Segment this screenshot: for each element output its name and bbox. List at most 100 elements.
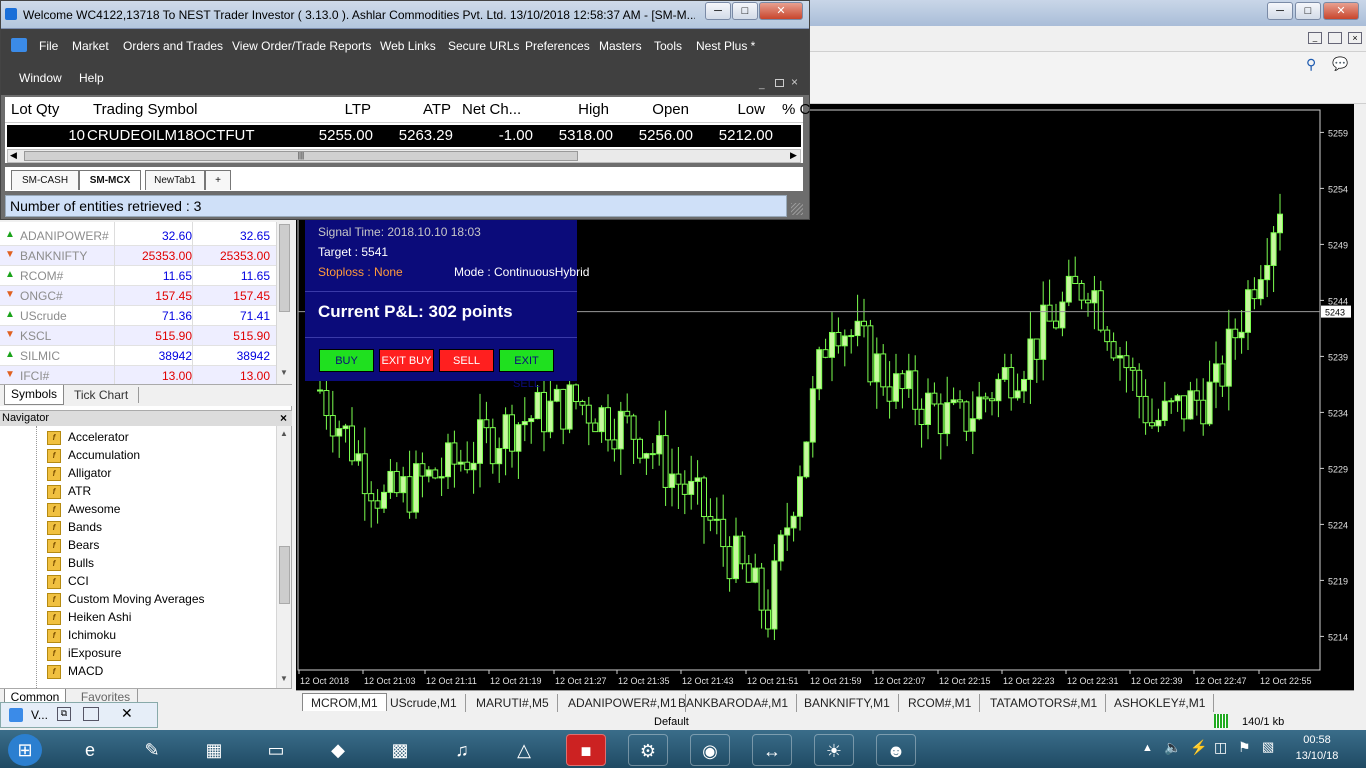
resize-grip-icon[interactable] xyxy=(791,203,803,215)
minimize-button[interactable]: ─ xyxy=(1267,2,1293,20)
tab-tick-chart[interactable]: Tick Chart xyxy=(74,387,140,403)
navigator-item[interactable]: f Heiken Ashi xyxy=(47,608,131,626)
menu-item-view-order-trade-reports[interactable]: View Order/Trade Reports xyxy=(232,39,371,53)
nest-maximize-button[interactable]: □ xyxy=(732,2,758,20)
col-low[interactable]: Low xyxy=(695,101,765,118)
start-orb-icon[interactable]: ⊞ xyxy=(8,734,42,766)
navigator-item[interactable]: f Bands xyxy=(47,518,102,536)
market-watch-row[interactable]: ▼ ONGC# 157.45 157.45 xyxy=(0,286,276,306)
chart-tab-bankbaroda-m1[interactable]: BANKBARODA#,M1 xyxy=(670,694,798,712)
chart-tab-tatamotors-m1[interactable]: TATAMOTORS#,M1 xyxy=(982,694,1107,712)
menu-item-tools[interactable]: Tools xyxy=(654,39,682,53)
market-watch-row[interactable]: ▲ RCOM# 11.65 11.65 xyxy=(0,266,276,286)
navigator-item[interactable]: f Awesome xyxy=(47,500,120,518)
paint-icon[interactable]: ✎ xyxy=(132,734,172,766)
navigator-item[interactable]: f Custom Moving Averages xyxy=(47,590,205,608)
maximize-icon[interactable] xyxy=(83,707,99,721)
navigator-item[interactable]: f Alligator xyxy=(47,464,111,482)
nest-minimize-button[interactable]: ─ xyxy=(705,2,731,20)
internet-explorer-icon[interactable]: e xyxy=(70,734,110,766)
calculator-icon[interactable]: ▦ xyxy=(194,734,234,766)
sub-restore-icon[interactable] xyxy=(775,79,784,87)
table-hscrollbar[interactable]: ◀ ||| ▶ xyxy=(7,149,801,163)
mdi-restore-icon[interactable] xyxy=(1328,32,1342,44)
maximize-button[interactable]: □ xyxy=(1295,2,1321,20)
col-percent-change[interactable]: % C xyxy=(782,101,810,118)
sell-button[interactable]: SELL xyxy=(439,349,494,372)
tab-symbols[interactable]: Symbols xyxy=(4,385,64,405)
tab-sm-mcx[interactable]: SM-MCX xyxy=(79,170,141,190)
control-panel-icon[interactable]: ⚙ xyxy=(628,734,668,766)
navigator-item[interactable]: f Accelerator xyxy=(47,428,129,446)
minimized-window[interactable]: V... ⧉ ✕ xyxy=(0,702,158,728)
scroll-down-icon[interactable]: ▼ xyxy=(280,674,288,683)
menu-item-masters[interactable]: Masters xyxy=(599,39,642,53)
col-net-change[interactable]: Net Ch... xyxy=(462,101,521,118)
menu-item-window[interactable]: Window xyxy=(19,71,62,85)
col-trading-symbol[interactable]: Trading Symbol xyxy=(93,101,198,118)
tray-battery-icon[interactable]: ◫ xyxy=(1214,739,1227,756)
navigator-item[interactable]: f Bears xyxy=(47,536,99,554)
chart-tab-ashokley-m1[interactable]: ASHOKLEY#,M1 xyxy=(1106,694,1215,712)
tray-flag-icon[interactable]: ⚑ xyxy=(1238,739,1251,756)
chart-tab-rcom-m1[interactable]: RCOM#,M1 xyxy=(900,694,981,712)
tray-clock[interactable]: 00:58 13/10/18 xyxy=(1286,732,1348,764)
sub-close-icon[interactable]: × xyxy=(791,75,798,89)
menu-item-web-links[interactable]: Web Links xyxy=(380,39,436,53)
col-high[interactable]: High xyxy=(535,101,609,118)
exit-sell-button[interactable]: EXIT SELL xyxy=(499,349,554,390)
market-watch-row[interactable]: ▼ KSCL 515.90 515.90 xyxy=(0,326,276,346)
sticky-notes-icon[interactable]: ▭ xyxy=(256,734,296,766)
menu-item-market[interactable]: Market xyxy=(72,39,109,53)
app-red-icon[interactable]: ◆ xyxy=(318,734,358,766)
menu-item-orders-and-trades[interactable]: Orders and Trades xyxy=(123,39,223,53)
nest-close-button[interactable]: ✕ xyxy=(759,2,803,20)
navigator-item[interactable]: f CCI xyxy=(47,572,89,590)
close-button[interactable]: ✕ xyxy=(1323,2,1359,20)
mdi-close-icon[interactable]: × xyxy=(1348,32,1362,44)
puzzle-app-icon[interactable]: ▩ xyxy=(380,734,420,766)
navigator-close-icon[interactable]: × xyxy=(280,411,287,425)
menu-item-secure-urls[interactable]: Secure URLs xyxy=(448,39,519,53)
menu-item-nest-plus[interactable]: Nest Plus * xyxy=(696,39,755,53)
col-lot-qty[interactable]: Lot Qty xyxy=(11,101,59,118)
firefox-icon[interactable]: ☀ xyxy=(814,734,854,766)
add-tab-button[interactable]: + xyxy=(205,170,231,190)
scroll-thumb[interactable] xyxy=(279,546,290,604)
tray-network-icon[interactable]: ⚡ xyxy=(1190,739,1207,756)
tab-sm-cash[interactable]: SM-CASH xyxy=(11,170,79,190)
tray-volume-icon[interactable]: 🔈 xyxy=(1164,739,1181,756)
chart-tab-uscrude-m1[interactable]: UScrude,M1 xyxy=(382,694,466,712)
market-watch-row[interactable]: ▼ BANKNIFTY 25353.00 25353.00 xyxy=(0,246,276,266)
market-watch-row[interactable]: ▲ SILMIC 38942 38942 xyxy=(0,346,276,366)
chart-tab-mcrom-m1[interactable]: MCROM,M1 xyxy=(302,693,387,711)
navigator-item[interactable]: f Ichimoku xyxy=(47,626,116,644)
col-ltp[interactable]: LTP xyxy=(295,101,371,118)
prism-app-icon[interactable]: △ xyxy=(504,734,544,766)
microphone-icon[interactable]: ♫ xyxy=(442,734,482,766)
col-open[interactable]: Open xyxy=(615,101,689,118)
buy-button[interactable]: BUY xyxy=(319,349,374,372)
close-icon[interactable]: ✕ xyxy=(121,705,133,722)
market-watch-row[interactable]: ▼ IFCI# 13.00 13.00 xyxy=(0,366,276,386)
navigator-item[interactable]: f Bulls xyxy=(47,554,94,572)
chrome-icon[interactable]: ◉ xyxy=(690,734,730,766)
table-row[interactable]: 10 CRUDEOILM18OCTFUT 5255.00 5263.29 -1.… xyxy=(7,125,801,147)
navigator-item[interactable]: f ATR xyxy=(47,482,91,500)
menu-item-file[interactable]: File xyxy=(39,39,58,53)
market-watch-scrollbar[interactable]: ▼ xyxy=(276,222,292,384)
chart-tab-maruti-m5[interactable]: MARUTI#,M5 xyxy=(468,694,558,712)
col-atp[interactable]: ATP xyxy=(375,101,451,118)
tray-overflow-icon[interactable]: ▲ xyxy=(1142,742,1153,754)
chart-tab-banknifty-m1[interactable]: BANKNIFTY,M1 xyxy=(796,694,899,712)
scroll-thumb[interactable]: ||| xyxy=(24,151,578,161)
restore-icon[interactable]: ⧉ xyxy=(57,707,71,721)
user-app-icon[interactable]: ☻ xyxy=(876,734,916,766)
tab-newtab1[interactable]: NewTab1 xyxy=(145,170,205,190)
scroll-right-icon[interactable]: ▶ xyxy=(790,150,797,161)
teamviewer-icon[interactable]: ↔ xyxy=(752,734,792,766)
menu-item-preferences[interactable]: Preferences xyxy=(525,39,590,53)
navigator-scrollbar[interactable]: ▲ ▼ xyxy=(276,426,291,688)
navigator-item[interactable]: f Accumulation xyxy=(47,446,140,464)
tray-signal-icon[interactable]: ▧ xyxy=(1262,739,1274,755)
